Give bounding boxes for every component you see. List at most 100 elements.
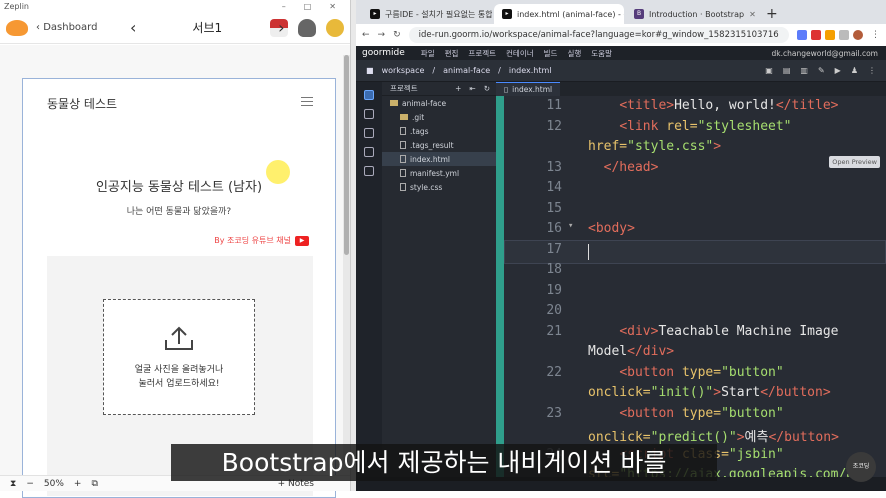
more-icon[interactable]: ⋮ [868,66,876,75]
zoom-out-button[interactable]: − [26,479,34,489]
address-bar[interactable]: ide-run.goorm.io/workspace/animal-face?l… [408,27,789,43]
file-icon [400,141,406,149]
tree-item[interactable]: manifest.yml [382,166,496,180]
menu-run[interactable]: 실행 [567,48,581,59]
breadcrumb-project[interactable]: animal-face [443,66,490,75]
canvas-scrollbar[interactable] [343,55,350,465]
fit-screen-icon[interactable]: ⧉ [91,479,97,489]
code-area[interactable]: 11 <title>Hello, world!</title> 12 <link … [504,96,886,491]
file-icon [400,155,406,163]
tree-item[interactable]: .tags [382,124,496,138]
breadcrumb-file[interactable]: index.html [509,66,552,75]
browser-tab-goorm[interactable]: ▸ 구름IDE - 설치가 필요없는 통합… ✕ [362,4,492,24]
line-number: 16 [546,221,562,236]
user-icon[interactable]: ♟ [851,66,858,75]
build-icon[interactable]: ▥ [800,66,808,75]
browser-tab-bootstrap[interactable]: B Introduction · Bootstrap ✕ [626,4,756,24]
reload-icon[interactable]: ↻ [393,30,401,40]
code-text: </head> [588,160,659,175]
zeplin-canvas[interactable]: 동물상 테스트 인공지능 동물상 테스트 (남자) 나는 어떤 동물과 닮았을까… [0,45,350,498]
back-arrow-icon[interactable]: ← [362,30,370,40]
avatar[interactable] [326,18,344,37]
profile-avatar[interactable] [853,30,863,40]
menu-file[interactable]: 파일 [421,48,435,59]
code-token: type= [681,364,722,380]
fold-arrow-icon[interactable]: ▾ [568,221,573,231]
menu-container[interactable]: 컨테이너 [506,48,534,59]
save-all-icon[interactable]: ▤ [783,66,791,75]
maximize-icon[interactable]: □ [304,2,312,11]
menu-help[interactable]: 도움말 [591,48,612,59]
code-icon[interactable] [364,147,374,157]
wrench-icon[interactable]: ✎ [818,66,825,75]
save-icon[interactable]: ▣ [765,66,773,75]
line-number: 18 [546,262,562,277]
minimize-icon[interactable]: – [282,2,286,11]
artboard[interactable]: 동물상 테스트 인공지능 동물상 테스트 (남자) 나는 어떤 동물과 닮았을까… [22,78,336,498]
tree-item[interactable]: index.html [382,152,496,166]
browser-menu-icon[interactable]: ⋮ [871,30,880,40]
file-upload-dropzone[interactable]: 얼굴 사진을 올려놓거나 눌러서 업로드하세요! [103,299,255,415]
project-header: 프로젝트 + ⇤ ↻ [382,82,496,96]
goorm-ide: goormide 파일 편집 프로젝트 컨테이너 빌드 실행 도움말 dk.ch… [356,46,886,491]
file-icon [400,183,406,191]
open-preview-button[interactable]: Open Preview [829,156,880,168]
file-icon [400,169,406,177]
code-editor[interactable]: ▯ index.html 11 <title>Hello, world!</ti… [496,82,886,491]
git-branch-icon[interactable] [364,128,374,138]
code-token: <link [619,118,667,134]
tab-close-icon[interactable]: ✕ [749,10,756,19]
code-token: </title> [775,98,839,113]
notification-bell-icon[interactable] [298,18,316,37]
prev-screen-icon[interactable]: ‹ [130,18,136,37]
menu-edit[interactable]: 편집 [445,48,459,59]
zeplin-toolbar: ‹ Dashboard ‹ 서브1 › [0,12,350,44]
breadcrumb-workspace[interactable]: workspace [382,66,425,75]
upload-hint-line1: 얼굴 사진을 올려놓거나 [134,365,224,375]
goorm-favicon-icon: ▸ [502,9,512,19]
mouse-cursor-highlight [266,160,290,184]
editor-tab-index[interactable]: ▯ index.html [496,82,561,96]
extension-icon[interactable] [825,30,835,40]
code-token: "init()" [650,385,714,400]
file-icon: ▯ [504,85,509,94]
extension-icon[interactable] [811,30,821,40]
dashboard-back-button[interactable]: ‹ Dashboard [36,22,97,33]
code-token: Model [588,344,628,359]
extension-icon[interactable] [797,30,807,40]
code-token: "stylesheet" [697,118,792,134]
tab-label: index.html (animal-face) - 구름… [517,9,624,19]
hamburger-menu-icon[interactable] [301,97,313,109]
folder-icon [400,114,408,120]
refresh-icon[interactable]: ↻ [484,84,490,93]
extension-icon[interactable] [839,30,849,40]
explorer-icon[interactable] [364,90,374,100]
tree-item[interactable]: .tags_result [382,138,496,152]
next-screen-icon[interactable]: › [278,18,284,37]
tree-item[interactable]: style.css [382,180,496,194]
code-token: onclick= [588,430,651,445]
line-number: 20 [546,303,562,318]
menu-project[interactable]: 프로젝트 [468,48,496,59]
code-text: <title>Hello, world!</title> [588,98,838,113]
add-file-icon[interactable]: + [455,84,461,93]
close-icon[interactable]: ✕ [329,2,336,11]
browser-tab-index[interactable]: ▸ index.html (animal-face) - 구름… ✕ [494,4,624,24]
zeplin-titlebar: Zeplin – □ ✕ [0,0,350,12]
forward-arrow-icon[interactable]: → [378,30,386,40]
tree-item-label: animal-face [402,98,447,108]
tree-item[interactable]: animal-face [382,96,496,110]
collapse-icon[interactable]: ⇤ [469,84,475,93]
user-email[interactable]: dk.changeworld@gmail.com [772,49,886,58]
outline-icon[interactable] [364,109,374,119]
hourglass-icon[interactable]: ⧗ [10,479,16,489]
tree-item[interactable]: .git [382,110,496,124]
line-number: 23 [546,405,562,421]
run-icon[interactable]: ▶ [835,66,841,75]
youtube-channel-link[interactable]: By 조코딩 유튜브 채널 ▶ [214,235,309,246]
terminal-icon[interactable] [364,166,374,176]
zoom-in-button[interactable]: + [74,479,82,489]
file-icon [400,127,406,135]
menu-build[interactable]: 빌드 [544,48,558,59]
new-tab-button[interactable]: + [758,6,786,24]
